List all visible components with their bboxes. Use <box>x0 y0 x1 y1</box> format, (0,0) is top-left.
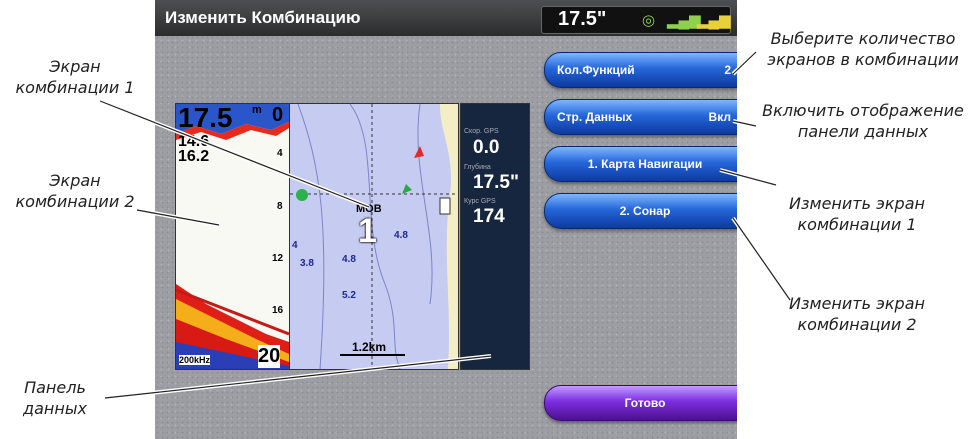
signal-strength-icon: ▂▄▆ <box>697 12 731 29</box>
title-bar: Изменить Комбинацию 17.5" ◎ ▂▄▆ ▂▄▆ <box>155 0 737 36</box>
callout-data-page: Включить отображение панели данных <box>752 100 974 142</box>
sonar-range-bottom: 20 <box>258 345 281 368</box>
callout-line: экранов в комбинации <box>767 50 959 69</box>
sonar-label: 2. Сонар <box>619 204 671 218</box>
data-label-speed: Скор. GPS <box>464 128 499 135</box>
callout-line: Изменить экран <box>789 294 925 313</box>
depth-readout: 17.5" <box>558 8 607 30</box>
done-button[interactable]: Готово <box>544 385 737 421</box>
data-label-course: Курс GPS <box>464 198 496 205</box>
callout-line: Экран <box>49 171 101 190</box>
callout-line: комбинации 2 <box>797 315 917 334</box>
chart-depth-b: 3.8 <box>300 258 314 269</box>
page-title: Изменить Комбинацию <box>165 8 361 27</box>
callout-change-screen-2: Изменить экран комбинации 2 <box>772 293 942 335</box>
sonar-range-top: 0 <box>272 104 284 126</box>
chart-depth-e: 5.2 <box>342 290 356 301</box>
callout-line: Включить отображение <box>762 101 964 120</box>
data-label-depth: Глубина <box>464 164 491 171</box>
chart-depth-c: 4.8 <box>342 254 356 265</box>
data-value-depth: 17.5" <box>473 172 519 193</box>
sonar-tick-12: 12 <box>272 253 284 264</box>
callout-line: комбинации 1 <box>797 215 917 234</box>
navigation-chart-label: 1. Карта Навигации <box>587 157 703 171</box>
sonar-frequency: 200kHz <box>179 355 211 365</box>
callout-line: Выберите количество <box>770 29 956 48</box>
function-count-button[interactable]: Кол.Функций 2 <box>544 52 737 88</box>
callout-combo-screen-1: Экран комбинации 1 <box>5 56 145 98</box>
callout-line: панели данных <box>797 122 929 141</box>
chart-scale: 1.2km <box>352 340 387 354</box>
sonar-depth-unit: m <box>252 104 262 116</box>
data-value-speed: 0.0 <box>473 137 500 158</box>
callout-change-screen-1: Изменить экран комбинации 1 <box>772 193 942 235</box>
sonar-reading-2: 16.2 <box>178 148 210 165</box>
function-count-label: Кол.Функций <box>557 63 635 77</box>
callout-line: Изменить экран <box>789 194 925 213</box>
data-page-button[interactable]: Стр. Данных Вкл <box>544 99 737 135</box>
callout-line: Экран <box>49 57 101 76</box>
sonar-tick-4: 4 <box>277 148 283 159</box>
chart-depth-d: 4.8 <box>394 230 408 241</box>
status-bar: 17.5" ◎ ▂▄▆ ▂▄▆ <box>541 6 731 34</box>
navigation-chart-button[interactable]: 1. Карта Навигации <box>544 146 737 182</box>
callout-line: комбинации 2 <box>15 192 135 211</box>
device-screen: Изменить Комбинацию 17.5" ◎ ▂▄▆ ▂▄▆ 17.5… <box>155 0 737 439</box>
callout-line: данных <box>23 399 87 418</box>
done-label: Готово <box>624 396 666 410</box>
callout-line: Панель <box>24 378 86 397</box>
data-page-label: Стр. Данных <box>557 110 633 124</box>
function-count-value: 2 <box>724 63 731 77</box>
callout-function-count: Выберите количество экранов в комбинации <box>752 28 974 70</box>
sonar-pane[interactable]: 17.5 m 0 14.6 16.2 4 8 12 16 20 200kHz <box>175 103 290 370</box>
callout-data-panel: Панель данных <box>5 377 105 419</box>
sonar-tick-8: 8 <box>277 201 283 212</box>
signal-bars-icon: ▂▄▆ <box>667 12 701 29</box>
gps-icon: ◎ <box>642 12 656 29</box>
callout-combo-screen-2: Экран комбинации 2 <box>5 170 145 212</box>
callout-line: комбинации 1 <box>15 78 135 97</box>
sonar-tick-16: 16 <box>272 305 284 316</box>
chart-depth-a: 4 <box>292 240 298 251</box>
chart-label-1: 1 <box>358 212 377 250</box>
navigation-chart-pane[interactable]: MOB 1 4 3.8 4.8 4.8 5.2 1.2km <box>289 103 459 370</box>
sonar-depth: 17.5 <box>178 103 233 133</box>
sonar-button[interactable]: 2. Сонар <box>544 193 737 229</box>
data-panel: Скор. GPS 0.0 Глубина 17.5" Курс GPS 174 <box>460 103 530 370</box>
data-value-course: 174 <box>473 206 505 227</box>
data-page-value: Вкл <box>708 110 731 124</box>
